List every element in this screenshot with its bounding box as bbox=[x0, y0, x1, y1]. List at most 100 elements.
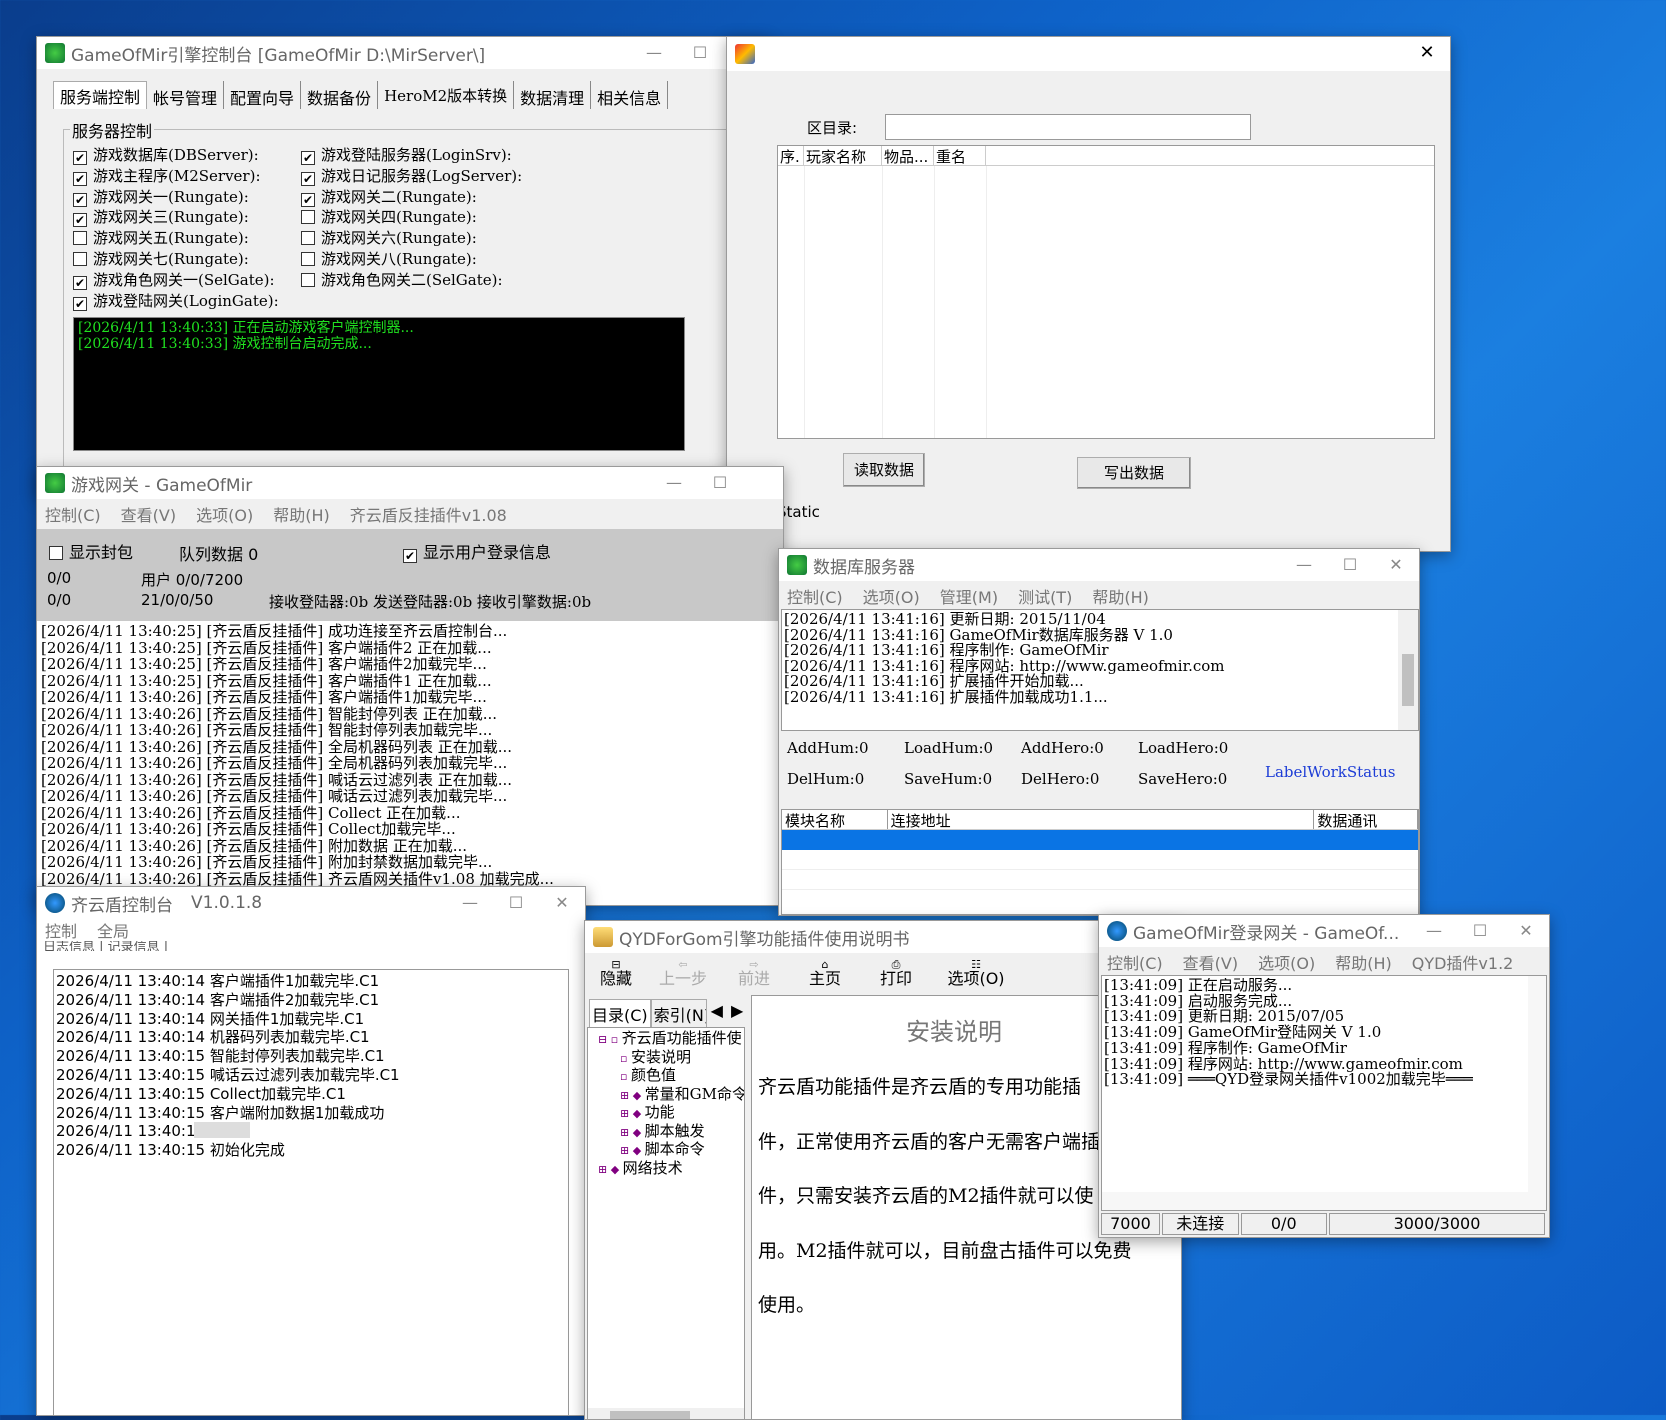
menu-item[interactable]: 控制 bbox=[45, 918, 77, 942]
menu-item[interactable]: 齐云盾反挂插件v1.08 bbox=[350, 502, 507, 526]
menu-item[interactable]: 查看(V) bbox=[1183, 950, 1238, 974]
column-header[interactable]: 数据通讯 bbox=[1314, 810, 1418, 830]
menu-item[interactable]: 控制(C) bbox=[1107, 950, 1163, 974]
maximize-icon[interactable]: ☐ bbox=[1457, 915, 1503, 947]
close-icon[interactable]: ✕ bbox=[539, 887, 585, 919]
server-checkbox[interactable]: ✔ 游戏日记服务器(LogServer): bbox=[301, 166, 522, 187]
server-checkbox[interactable]: ✔ 游戏主程序(M2Server): bbox=[73, 166, 279, 187]
checkbox-box[interactable] bbox=[301, 231, 315, 246]
column-header[interactable]: 物品... bbox=[882, 146, 934, 165]
tab-herom2[interactable]: HeroM2版本转换 bbox=[378, 81, 515, 109]
server-checkbox[interactable]: ✔ 游戏网关二(Rungate): bbox=[301, 187, 522, 208]
db-titlebar[interactable]: 数据库服务器 — ☐ ✕ bbox=[779, 549, 1419, 581]
maximize-icon[interactable]: ☐ bbox=[677, 37, 723, 69]
server-checkbox[interactable]: ✔ 游戏角色网关一(SelGate): bbox=[73, 270, 279, 291]
menu-item[interactable]: 帮助(H) bbox=[273, 502, 330, 526]
tree-item[interactable]: ⊞ ◆ 功能 bbox=[592, 1104, 744, 1123]
toolbar-button[interactable]: ⇦ 上一步 bbox=[647, 953, 719, 995]
menu-item[interactable]: 控制(C) bbox=[787, 584, 843, 608]
tab-scroll-right-icon[interactable]: ▶ bbox=[727, 999, 747, 1029]
server-checkbox[interactable]: ✔ 游戏登陆服务器(LoginSrv): bbox=[301, 145, 522, 166]
server-checkbox[interactable]: 游戏网关八(Rungate): bbox=[301, 249, 522, 270]
minimize-icon[interactable]: — bbox=[631, 37, 677, 69]
close-icon[interactable]: ✕ bbox=[1503, 915, 1549, 947]
scroll-thumb[interactable] bbox=[1402, 654, 1414, 706]
menu-item[interactable]: 选项(O) bbox=[1258, 950, 1315, 974]
tree-item[interactable]: ⊟ ▫ 齐云盾功能插件使 bbox=[592, 1030, 744, 1049]
column-header[interactable]: 连接地址 bbox=[888, 810, 1315, 830]
minimize-icon[interactable]: — bbox=[1281, 549, 1327, 581]
tab-contents[interactable]: 目录(C) bbox=[589, 999, 651, 1029]
show-login-checkbox[interactable]: ✔ 显示用户登录信息 bbox=[403, 539, 551, 563]
tree-item[interactable]: ▫ 颜色值 bbox=[592, 1067, 744, 1086]
server-checkbox[interactable]: ✔ 游戏网关三(Rungate): bbox=[73, 207, 279, 228]
maximize-icon[interactable]: ☐ bbox=[1327, 549, 1373, 581]
module-table[interactable]: 模块名称 连接地址 数据通讯 bbox=[781, 809, 1419, 915]
tab-server-control[interactable]: 服务端控制 bbox=[53, 81, 148, 109]
checkbox-box[interactable]: ✔ bbox=[73, 275, 87, 290]
tree-item[interactable]: ▫ 安装说明 bbox=[592, 1048, 744, 1068]
db-scrollbar[interactable] bbox=[1398, 610, 1418, 730]
qyd-tabs[interactable]: 日志信息 | 记录信息 | bbox=[43, 941, 168, 951]
tab-cleanup[interactable]: 数据清理 bbox=[514, 81, 592, 109]
checkbox-box[interactable]: ✔ bbox=[73, 296, 87, 311]
menu-item[interactable]: 全局 bbox=[97, 918, 129, 942]
column-header[interactable]: 玩家名称 bbox=[804, 146, 882, 165]
player-table[interactable]: 序. 玩家名称 物品... 重名 bbox=[777, 145, 1435, 439]
menu-item[interactable]: 管理(M) bbox=[940, 584, 998, 608]
menu-item[interactable]: 帮助(H) bbox=[1092, 584, 1149, 608]
help-titlebar[interactable]: QYDForGom引擎功能插件使用说明书 —☐ bbox=[585, 921, 1181, 953]
checkbox-box[interactable] bbox=[301, 210, 315, 225]
column-header[interactable]: 重名 bbox=[934, 146, 986, 165]
close-icon[interactable]: ✕ bbox=[1404, 37, 1450, 69]
toolbar-button[interactable]: ⊟ 隐藏 bbox=[585, 953, 647, 995]
server-checkbox[interactable]: ✔ 游戏登陆网关(LoginGate): bbox=[73, 291, 279, 312]
tab-index[interactable]: 索引(N) bbox=[650, 999, 707, 1029]
close-icon[interactable]: ✕ bbox=[1373, 549, 1419, 581]
dialog-titlebar[interactable]: ✕ bbox=[727, 37, 1450, 71]
server-checkbox[interactable]: 游戏网关六(Rungate): bbox=[301, 228, 522, 249]
maximize-icon[interactable]: ☐ bbox=[697, 467, 743, 499]
tab-wizard[interactable]: 配置向导 bbox=[224, 81, 302, 109]
checkbox-box[interactable]: ✔ bbox=[301, 151, 315, 165]
tab-info[interactable]: 相关信息 bbox=[591, 81, 669, 109]
server-checkbox[interactable]: 游戏网关七(Rungate): bbox=[73, 249, 279, 270]
menu-item[interactable]: 测试(T) bbox=[1018, 584, 1072, 608]
login-titlebar[interactable]: GameOfMir登录网关 - GameOf... — ☐ ✕ bbox=[1099, 915, 1549, 947]
tab-backup[interactable]: 数据备份 bbox=[301, 81, 379, 109]
tree-item[interactable]: ⊞ ◆ 常量和GM命令 bbox=[592, 1085, 744, 1105]
menu-item[interactable]: 选项(O) bbox=[196, 502, 253, 526]
toolbar-button[interactable]: ⇨ 前进 bbox=[719, 953, 789, 995]
checkbox-box[interactable]: ✔ bbox=[301, 171, 315, 186]
checkbox-box[interactable]: ✔ bbox=[301, 192, 315, 207]
column-header[interactable]: 模块名称 bbox=[782, 810, 888, 830]
menu-item[interactable]: 帮助(H) bbox=[1335, 950, 1392, 974]
checkbox-box[interactable] bbox=[73, 251, 87, 266]
column-header[interactable]: 序. bbox=[778, 146, 804, 165]
menu-item[interactable]: QYD插件v1.2 bbox=[1412, 950, 1514, 974]
help-tree[interactable]: ⊟ ▫ 齐云盾功能插件使 ▫ 安装说明 ▫ 颜色值 ⊞ ◆ 常量和GM命令 ⊞ ◆ 功能… bbox=[587, 1027, 745, 1419]
tree-item[interactable]: ⊞ ◆ 网络技术 bbox=[592, 1159, 744, 1179]
menu-item[interactable]: 选项(O) bbox=[863, 584, 920, 608]
login-hscrollbar[interactable] bbox=[1102, 1192, 1546, 1210]
read-data-button[interactable]: 读取数据 bbox=[843, 453, 925, 487]
checkbox-box[interactable]: ✔ bbox=[73, 151, 87, 165]
tree-item[interactable]: ⊞ ◆ 脚本命令 bbox=[592, 1141, 744, 1160]
module-table-row[interactable] bbox=[782, 830, 1418, 850]
toolbar-button[interactable]: ⌂ 主页 bbox=[789, 953, 861, 995]
tab-accounts[interactable]: 帐号管理 bbox=[147, 81, 225, 109]
tree-hscrollbar[interactable] bbox=[588, 1408, 744, 1419]
server-checkbox[interactable]: ✔ 游戏网关一(Rungate): bbox=[73, 187, 279, 208]
minimize-icon[interactable]: — bbox=[447, 887, 493, 919]
qyd-titlebar[interactable]: 齐云盾控制台 V1.0.1.8 — ☐ ✕ bbox=[37, 887, 585, 919]
menu-item[interactable]: 查看(V) bbox=[121, 502, 176, 526]
checkbox-box[interactable] bbox=[301, 272, 315, 287]
checkbox-box[interactable] bbox=[301, 251, 315, 266]
tab-scroll-left-icon[interactable]: ◀ bbox=[707, 999, 727, 1029]
maximize-icon[interactable]: ☐ bbox=[493, 887, 539, 919]
server-checkbox[interactable]: 游戏角色网关二(SelGate): bbox=[301, 270, 522, 291]
menu-item[interactable]: 控制(C) bbox=[45, 502, 101, 526]
show-packets-checkbox[interactable]: 显示封包 bbox=[49, 539, 133, 563]
tree-item[interactable]: ⊞ ◆ 脚本触发 bbox=[592, 1122, 744, 1142]
write-data-button[interactable]: 写出数据 bbox=[1077, 457, 1191, 489]
